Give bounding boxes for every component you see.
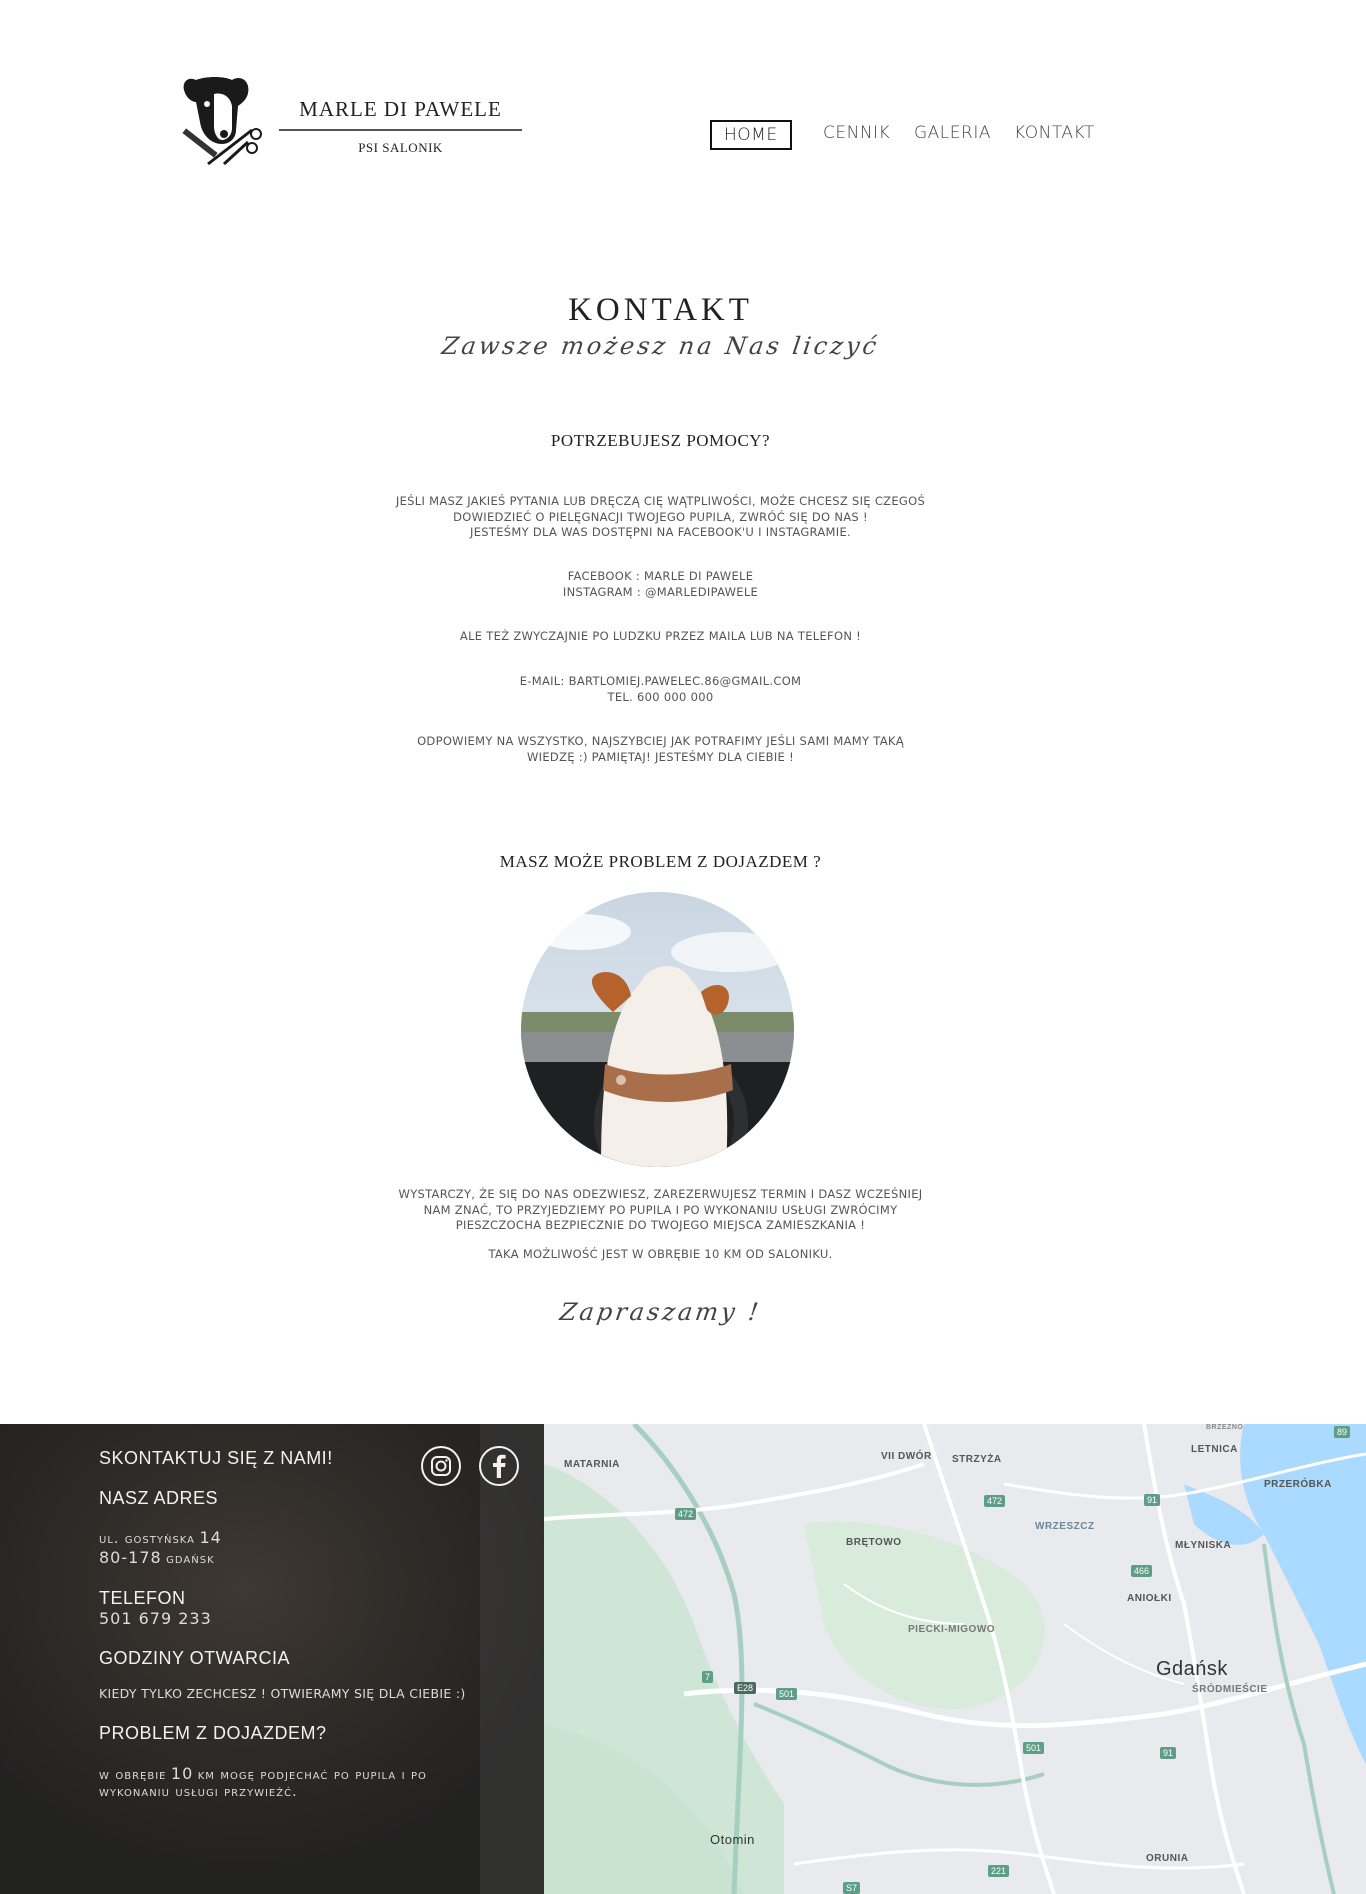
road-shield-7: 7 [702, 1671, 714, 1683]
footer-address-heading: NASZ ADRES [99, 1488, 219, 1508]
map-label-strzyza: STRZYŻA [952, 1454, 1002, 1465]
transport-text-a: w obrębie [99, 1767, 167, 1783]
help-paragraph: JEŚLI MASZ JAKIEŚ PYTANIA LUB DRĘCZĄ CIĘ… [0, 494, 1321, 541]
help-line-2: DOWIEDZIEĆ O PIELĘGNACJI TWOJEGO PUPILA,… [453, 509, 868, 524]
footer-transport-text: w obrębie 10 km mogę podjechać po pupila… [99, 1764, 427, 1800]
footer-hours-text: KIEDY TYLKO ZECHCESZ ! OTWIERAMY SIĘ DLA… [99, 1686, 466, 1701]
transport-line-2: NAM ZNAĆ, TO PRZYJEDZIEMY PO PUPILA I PO… [423, 1202, 898, 1217]
nav-cennik[interactable]: CENNIK [823, 120, 890, 146]
map-label-matarnia: MATARNIA [564, 1459, 620, 1470]
map-label-mlyniska: MŁYNISKA [1175, 1540, 1232, 1551]
transport-range: TAKA MOŻLIWOŚĆ JEST W OBRĘBIE 10 KM OD S… [488, 1247, 833, 1261]
footer-phone[interactable]: 501 679 233 [99, 1609, 212, 1628]
response-line-1: ODPOWIEMY NA WSZYSTKO, NAJSZYBCIEJ JAK P… [417, 734, 904, 748]
location-map[interactable]: MATARNIA VII DWÓR STRZYŻA LETNICA PRZERÓ… [544, 1424, 1366, 1894]
page-tagline: Zawsze możesz na Nas liczyć [440, 332, 881, 360]
nav-home[interactable]: HOME [710, 120, 792, 150]
map-label-przerobka: PRZERÓBKA [1264, 1479, 1332, 1490]
transport-line-1: WYSTARCZY, ŻE SIĘ DO NAS ODEZWIESZ, ZARE… [398, 1187, 923, 1201]
road-shield-s7: S7 [843, 1882, 861, 1894]
nav-galeria[interactable]: GALERIA [914, 120, 991, 146]
social-links: FACEBOOK : MARLE DI PAWELE INSTAGRAM : @… [0, 569, 1321, 600]
email-link[interactable]: E-MAIL: BARTLOMIEJ.PAWELEC.86@GMAIL.COM [0, 674, 1321, 690]
footer-contact-heading: SKONTAKTUJ SIĘ Z NAMI! [99, 1448, 333, 1468]
road-shield-472a: 472 [675, 1508, 697, 1520]
map-label-srodmiescie: ŚRÓDMIEŚCIE [1192, 1684, 1268, 1695]
road-shield-89: 89 [1334, 1426, 1351, 1438]
map-label-gdansk: Gdańsk [1156, 1658, 1228, 1680]
brand-name[interactable]: MARLE DI PAWELE [280, 97, 521, 122]
map-label-wrzeszcz: WRZESZCZ [1035, 1521, 1095, 1532]
map-label-letnica: LETNICA [1191, 1444, 1238, 1455]
road-shield-e28: E28 [734, 1682, 757, 1694]
contact-details: E-MAIL: BARTLOMIEJ.PAWELEC.86@GMAIL.COM … [0, 674, 1321, 705]
transport-heading: MASZ MOŻE PROBLEM Z DOJAZDEM ? [499, 852, 822, 871]
road-shield-91a: 91 [1144, 1494, 1161, 1506]
road-shield-91b: 91 [1160, 1747, 1177, 1759]
map-label-bretowo: BRĘTOWO [846, 1537, 902, 1548]
help-line-1: JEŚLI MASZ JAKIEŚ PYTANIA LUB DRĘCZĄ CIĘ… [395, 494, 926, 508]
map-label-vii-dwor: VII DWÓR [881, 1451, 932, 1462]
road-shield-501b: 501 [1023, 1742, 1045, 1754]
address-street: ul. gostyńska [99, 1531, 196, 1547]
address-number: 14 [199, 1528, 222, 1547]
map-label-aniolki: ANIOŁKI [1127, 1593, 1172, 1604]
help-line-3: JESTEŚMY DLA WAS DOSTĘPNI NA FACEBOOK'U … [470, 525, 851, 539]
map-label-otomin: Otomin [710, 1832, 755, 1847]
dog-in-car-photo [521, 892, 794, 1167]
response-line-2: WIEDZĘ :) PAMIĘTAJ! JESTEŚMY DLA CIEBIE … [526, 749, 794, 764]
nav-kontakt[interactable]: KONTAKT [1014, 120, 1095, 146]
main-nav: HOME CENNIK GALERIA KONTAKT [0, 120, 1366, 150]
facebook-link[interactable]: FACEBOOK : MARLE DI PAWELE [0, 569, 1321, 585]
map-label-orunia: ORUNIA [1146, 1853, 1189, 1864]
footer-hours-heading: GODZINY OTWARCIA [99, 1648, 291, 1668]
site-footer: SKONTAKTUJ SIĘ Z NAMI! NASZ ADRES ul. go… [0, 1424, 1366, 1894]
contact-intro: ALE TEŻ ZWYCZAJNIE PO LUDZKU PRZEZ MAILA… [459, 629, 862, 643]
road-shield-501a: 501 [776, 1688, 798, 1700]
road-shield-221: 221 [988, 1865, 1010, 1877]
footer-contact-panel: SKONTAKTUJ SIĘ Z NAMI! NASZ ADRES ul. go… [0, 1424, 544, 1894]
transport-paragraph: WYSTARCZY, ŻE SIĘ DO NAS ODEZWIESZ, ZARE… [0, 1187, 1321, 1234]
footer-address: ul. gostyńska 14 80-178 gdańsk [99, 1528, 222, 1568]
facebook-icon[interactable] [479, 1446, 519, 1486]
transport-km: 10 [170, 1764, 194, 1783]
footer-phone-heading: TELEFON [99, 1588, 186, 1608]
map-label-brzezno: BRZEŹNO [1206, 1424, 1244, 1431]
footer-transport-heading: PROBLEM Z DOJAZDEM? [99, 1723, 327, 1743]
transport-text-b: km mogę podjechać po pupila i po [197, 1767, 427, 1783]
address-city: gdańsk [166, 1551, 215, 1567]
page-title: KONTAKT [568, 292, 753, 328]
map-label-piecki-migowo: PIECKI-MIGOWO [908, 1624, 996, 1635]
response-paragraph: ODPOWIEMY NA WSZYSTKO, NAJSZYBCIEJ JAK P… [0, 734, 1321, 765]
transport-text-c: wykonaniu usługi przywieźć. [99, 1784, 298, 1800]
road-shield-466: 466 [1131, 1565, 1153, 1577]
phone-text: TEL. 600 000 000 [607, 689, 714, 704]
address-postcode: 80-178 [99, 1548, 162, 1567]
help-heading: POTRZEBUJESZ POMOCY? [550, 431, 771, 450]
road-shield-472b: 472 [984, 1495, 1006, 1507]
instagram-link[interactable]: INSTAGRAM : @MARLEDIPAWELE [0, 585, 1321, 601]
instagram-icon[interactable] [421, 1446, 461, 1486]
closing-script: Zapraszamy ! [558, 1298, 763, 1326]
transport-line-3: PIESZCZOCHA BEZPIECZNIE DO TWOJEGO MIEJS… [455, 1218, 866, 1232]
